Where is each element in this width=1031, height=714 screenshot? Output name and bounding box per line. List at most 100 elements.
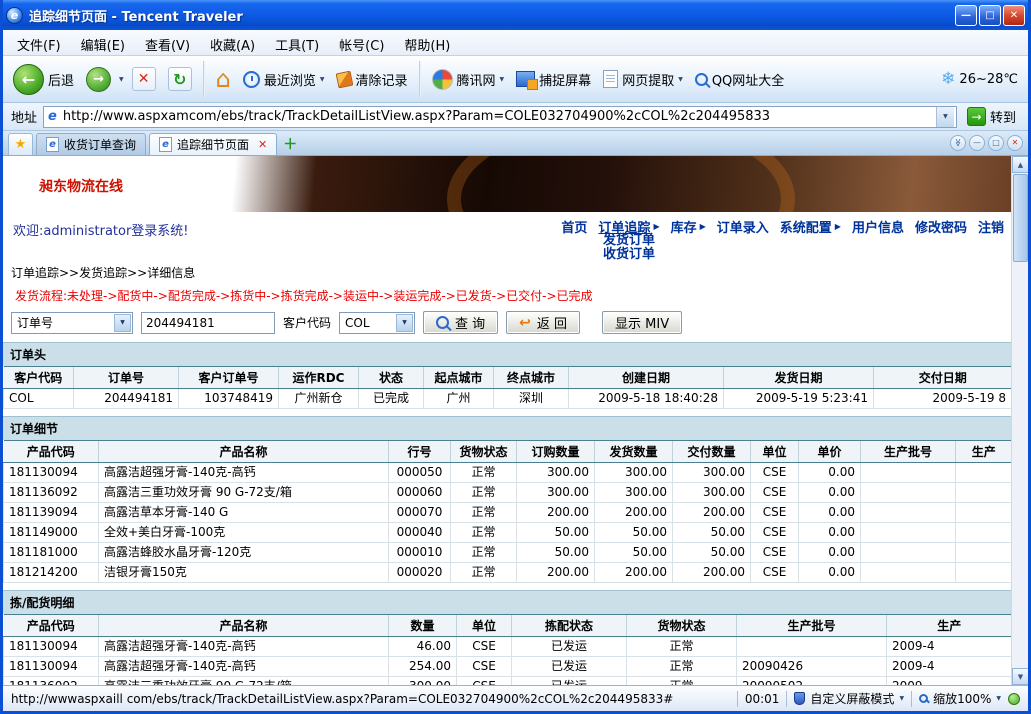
table-cell: 高露洁超强牙膏-140克-高钙 [99, 637, 389, 657]
table-cell: 200.00 [517, 563, 595, 583]
nav-item-4[interactable]: 系统配置▶ [777, 217, 844, 236]
submenu-item-1[interactable]: 收货订单 [603, 248, 655, 262]
table-cell: 50.00 [595, 543, 673, 563]
nav-item-3[interactable]: 订单录入 [714, 217, 772, 236]
favorites-button[interactable]: ★ [8, 133, 33, 155]
expand-tabs-button[interactable]: ≫ [950, 135, 966, 151]
return-button[interactable]: ↩ 返 回 [506, 311, 580, 334]
zoom-selector[interactable]: 缩放100% ▼ [919, 690, 1001, 707]
history-dropdown-icon[interactable]: ▼ [119, 76, 124, 83]
status-url: http://wwwaspxaill com/ebs/track/TrackDe… [11, 692, 730, 706]
order-number-input[interactable] [141, 312, 275, 334]
new-tab-button[interactable]: ＋ [280, 133, 300, 155]
nav-item-1[interactable]: 订单追踪▶发货订单收货订单 [595, 217, 662, 236]
go-button[interactable]: → 转到 [963, 107, 1020, 126]
table-cell: 正常 [451, 503, 517, 523]
web-extract-dropdown-icon[interactable]: ▼ [678, 76, 683, 83]
close-button[interactable]: ✕ [1003, 5, 1025, 26]
zoom-dropdown-icon[interactable]: ▼ [996, 695, 1001, 702]
search-button[interactable]: 查 询 [423, 311, 498, 334]
menu-arrow-icon: ▶ [835, 222, 841, 231]
customer-code-select[interactable]: COL ▼ [339, 312, 415, 334]
weather-widget[interactable]: ❄ 26~28℃ [937, 67, 1022, 91]
nav-item-5[interactable]: 用户信息 [849, 217, 907, 236]
refresh-button[interactable]: ↻ [164, 65, 196, 93]
status-separator [786, 691, 787, 707]
site-banner: 昶东物流在线 [3, 156, 1011, 212]
maximize-button[interactable]: □ [979, 5, 1001, 26]
menu-item-1[interactable]: 编辑(E) [71, 30, 135, 55]
forward-button[interactable]: → [82, 65, 115, 94]
table-cell: 2009-4 [887, 637, 1012, 657]
table-cell [861, 483, 956, 503]
table-cell [956, 523, 1012, 543]
table-cell: CSE [751, 483, 799, 503]
minimize-page-button[interactable]: — [969, 135, 985, 151]
table-cell [861, 543, 956, 563]
select-dropdown-icon[interactable]: ▼ [114, 314, 131, 332]
select-dropdown-icon[interactable]: ▼ [396, 314, 413, 332]
table-cell: 200.00 [673, 503, 751, 523]
table-cell: CSE [751, 523, 799, 543]
submenu-item-0[interactable]: 发货订单 [603, 234, 655, 248]
menu-arrow-icon: ▶ [700, 222, 706, 231]
nav-item-label: 订单录入 [717, 217, 769, 236]
address-input[interactable]: e http://www.aspxamcom/ebs/track/TrackDe… [43, 106, 957, 128]
stop-button[interactable]: ✕ [128, 65, 160, 93]
block-mode-selector[interactable]: 自定义屏蔽模式 ▼ [794, 690, 904, 707]
scrollbar-thumb[interactable] [1013, 174, 1028, 262]
home-button[interactable]: ⌂ [212, 65, 235, 93]
table-cell: 50.00 [595, 523, 673, 543]
table-cell: 103748419 [179, 389, 279, 409]
table-cell: 000010 [389, 543, 451, 563]
recent-history-button[interactable]: 最近浏览 ▼ [239, 68, 329, 91]
column-header: 交付数量 [673, 441, 751, 463]
nav-item-0[interactable]: 首页 [558, 217, 590, 236]
menu-item-6[interactable]: 帮助(H) [394, 30, 460, 55]
tab-track-detail[interactable]: e 追踪细节页面 ✕ [149, 133, 277, 155]
table-row: 181149000全效+美白牙膏-100克000040正常50.0050.005… [4, 523, 1012, 543]
restore-page-button[interactable]: □ [988, 135, 1004, 151]
order-field-select[interactable]: 订单号 ▼ [11, 312, 133, 334]
table-cell [956, 483, 1012, 503]
address-dropdown-icon[interactable]: ▼ [936, 107, 954, 127]
block-mode-dropdown-icon[interactable]: ▼ [899, 695, 904, 702]
scroll-up-button[interactable]: ▲ [1012, 156, 1028, 173]
capture-screen-button[interactable]: 捕捉屏幕 [512, 68, 595, 91]
menu-item-5[interactable]: 帐号(C) [329, 30, 394, 55]
table-cell: 300.00 [389, 677, 457, 686]
column-header: 客户代码 [4, 367, 74, 389]
close-page-button[interactable]: ✕ [1007, 135, 1023, 151]
nav-item-7[interactable]: 注销 [975, 217, 1007, 236]
scroll-down-button[interactable]: ▼ [1012, 668, 1028, 685]
clear-history-button[interactable]: 清除记录 [333, 68, 412, 91]
table-row: 181130094高露洁超强牙膏-140克-高钙000050正常300.0030… [4, 463, 1012, 483]
show-miv-button[interactable]: 显示 MIV [602, 311, 682, 334]
title-bar[interactable]: e 追踪细节页面 - Tencent Traveler — □ ✕ [0, 0, 1031, 30]
speed-mode-icon[interactable] [1008, 693, 1020, 705]
menu-item-3[interactable]: 收藏(A) [200, 30, 265, 55]
menu-item-4[interactable]: 工具(T) [265, 30, 329, 55]
vertical-scrollbar[interactable]: ▲ ▼ [1011, 156, 1028, 685]
column-header: 客户订单号 [179, 367, 279, 389]
nav-item-2[interactable]: 库存▶ [668, 217, 709, 236]
table-cell: 300.00 [673, 483, 751, 503]
menu-item-0[interactable]: 文件(F) [7, 30, 71, 55]
qq-sites-button[interactable]: QQ网址大全 [691, 68, 788, 91]
column-header: 发货数量 [595, 441, 673, 463]
table-cell: 深圳 [494, 389, 569, 409]
qq-portal-dropdown-icon[interactable]: ▼ [500, 76, 505, 83]
menu-item-2[interactable]: 查看(V) [135, 30, 200, 55]
address-url-text: http://www.aspxamcom/ebs/track/TrackDeta… [63, 109, 932, 124]
nav-item-6[interactable]: 修改密码 [912, 217, 970, 236]
window-controls: — □ ✕ [955, 5, 1025, 26]
qq-portal-button[interactable]: 腾讯网 ▼ [428, 67, 509, 92]
tab-receive-order-query[interactable]: e 收货订单查询 [36, 133, 146, 155]
recent-dropdown-icon[interactable]: ▼ [320, 76, 325, 83]
web-extract-button[interactable]: 网页提取 ▼ [599, 68, 687, 91]
minimize-button[interactable]: — [955, 5, 977, 26]
table-cell: 高露洁超强牙膏-140克-高钙 [99, 463, 389, 483]
back-button[interactable]: ← 后退 [9, 62, 78, 97]
tab-close-icon[interactable]: ✕ [258, 138, 267, 151]
table-cell: 2009-4 [887, 657, 1012, 677]
